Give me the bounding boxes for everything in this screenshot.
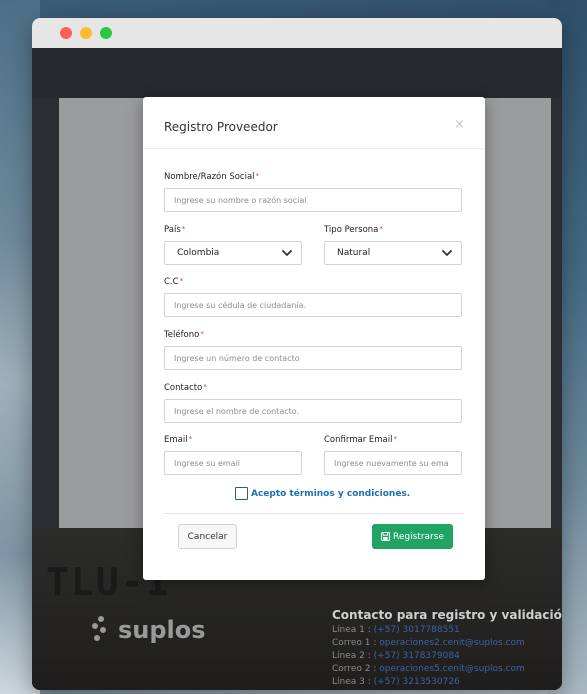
tipo-persona-label-text: Tipo Persona <box>324 225 379 235</box>
contact-line-value[interactable]: operaciones5.cenit@suplos.com <box>379 664 525 674</box>
contacto-label: Contacto* <box>164 383 207 393</box>
tipo-persona-select[interactable]: Natural <box>324 241 462 265</box>
contact-title: Contacto para registro y validación de p <box>332 608 562 622</box>
pais-label: País* <box>164 225 185 235</box>
chevron-down-icon <box>442 250 452 256</box>
register-button-label: Registrarse <box>393 531 444 542</box>
tipo-persona-label: Tipo Persona* <box>324 225 383 235</box>
email-label-text: Email <box>164 435 188 445</box>
registro-proveedor-modal: Registro Proveedor × Nombre/Razón Social… <box>143 97 485 580</box>
telefono-input[interactable] <box>164 346 462 370</box>
cc-input[interactable] <box>164 293 462 317</box>
required-mark: * <box>393 435 398 443</box>
window-zoom-button[interactable] <box>100 27 112 39</box>
confirmar-email-field[interactable] <box>324 451 462 475</box>
contact-info-block: Contacto para registro y validación de p… <box>332 608 562 687</box>
register-button[interactable]: Registrarse <box>372 524 453 549</box>
suplos-logo-mark-icon <box>90 616 112 644</box>
contact-line-value[interactable]: (+57) 3213530726 <box>374 677 460 687</box>
chevron-down-icon <box>282 250 292 256</box>
required-mark: * <box>181 225 186 233</box>
telefono-label-text: Teléfono <box>164 330 200 340</box>
confirmar-email-label: Confirmar Email* <box>324 435 397 445</box>
required-mark: * <box>255 172 260 180</box>
window-titlebar <box>32 18 562 48</box>
close-icon[interactable]: × <box>454 117 465 132</box>
required-mark: * <box>179 277 184 285</box>
contact-line: Línea 3 : (+57) 3213530726 <box>332 677 562 687</box>
suplos-logo-text: suplos <box>118 616 206 644</box>
modal-title: Registro Proveedor <box>164 120 278 134</box>
nombre-input[interactable] <box>164 188 462 212</box>
contact-line: Línea 1 : (+57) 3017788551 <box>332 625 562 635</box>
required-mark: * <box>188 435 193 443</box>
terms-row: Acepto términos y condiciones. <box>235 487 410 500</box>
contact-line-value[interactable]: operaciones2.cenit@suplos.com <box>379 638 525 648</box>
contact-line: Correo 2 : operaciones5.cenit@suplos.com <box>332 664 562 674</box>
cc-label-text: C.C <box>164 277 179 287</box>
contact-line-label: Línea 3 : <box>332 677 371 687</box>
email-field[interactable] <box>164 451 302 475</box>
cancel-button[interactable]: Cancelar <box>178 524 237 549</box>
pais-select[interactable]: Colombia <box>164 241 302 265</box>
email-label: Email* <box>164 435 192 445</box>
save-icon <box>381 532 390 541</box>
modal-header: Registro Proveedor × <box>143 97 485 149</box>
contact-line-value[interactable]: (+57) 3178379084 <box>374 651 460 661</box>
contact-line: Correo 1 : operaciones2.cenit@suplos.com <box>332 638 562 648</box>
contacto-label-text: Contacto <box>164 383 203 393</box>
contact-line-label: Línea 2 : <box>332 651 371 661</box>
terms-link[interactable]: Acepto términos y condiciones. <box>251 489 410 499</box>
required-mark: * <box>200 330 204 338</box>
pais-label-text: País <box>164 225 181 235</box>
modal-footer-divider <box>164 513 464 514</box>
cc-label: C.C* <box>164 277 183 287</box>
contact-line-label: Correo 1 : <box>332 638 377 648</box>
contact-line-label: Correo 2 : <box>332 664 377 674</box>
telefono-label: Teléfono* <box>164 330 204 340</box>
terms-checkbox[interactable] <box>235 487 248 500</box>
contact-line-value[interactable]: (+57) 3017788551 <box>374 625 460 635</box>
nombre-label-text: Nombre/Razón Social <box>164 172 255 182</box>
window-minimize-button[interactable] <box>80 27 92 39</box>
window-close-button[interactable] <box>60 27 72 39</box>
contact-line-label: Línea 1 : <box>332 625 371 635</box>
tipo-persona-selected-value: Natural <box>337 248 371 258</box>
confirmar-email-label-text: Confirmar Email <box>324 435 393 445</box>
required-mark: * <box>203 383 207 391</box>
required-mark: * <box>379 225 383 233</box>
background-scene-top <box>32 48 562 98</box>
contacto-input[interactable] <box>164 399 462 423</box>
contact-line: Línea 2 : (+57) 3178379084 <box>332 651 562 661</box>
suplos-logo: suplos <box>90 616 206 644</box>
pais-selected-value: Colombia <box>177 248 220 258</box>
nombre-label: Nombre/Razón Social* <box>164 172 259 182</box>
